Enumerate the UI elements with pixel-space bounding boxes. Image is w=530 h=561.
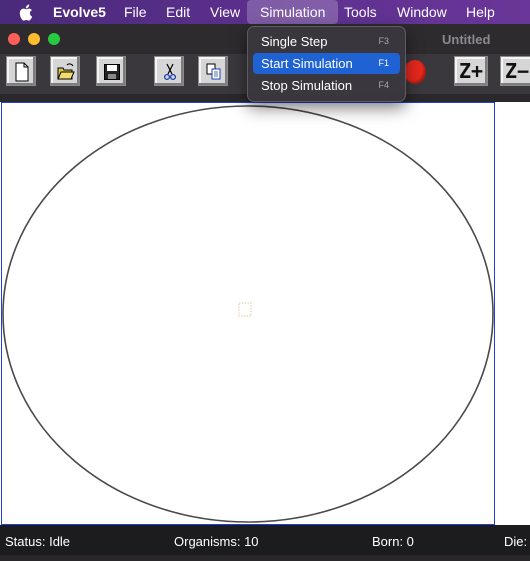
world-boundary: [2, 105, 494, 523]
canvas-area: [0, 102, 530, 525]
open-folder-icon: [57, 63, 75, 80]
menu-item-single-step[interactable]: Single Step F3: [253, 31, 400, 52]
menu-view[interactable]: View: [210, 4, 240, 20]
menu-file[interactable]: File: [124, 4, 147, 20]
menu-tools[interactable]: Tools: [344, 4, 377, 20]
save-button[interactable]: [96, 56, 126, 86]
zoom-out-button[interactable]: Z−: [500, 56, 530, 86]
scissors-icon: [163, 63, 177, 81]
organism-cluster: [238, 302, 252, 317]
new-document-icon: [15, 62, 29, 82]
menu-help[interactable]: Help: [466, 4, 495, 20]
app-name-menu[interactable]: Evolve5: [53, 4, 106, 20]
menu-bar: Evolve5 File Edit View Simulation Tools …: [0, 0, 530, 24]
menu-item-label: Stop Simulation: [261, 78, 353, 93]
floppy-disk-icon: [104, 64, 120, 80]
organisms-count: Organisms: 10: [174, 534, 259, 549]
simulation-canvas[interactable]: [1, 102, 495, 525]
died-count: Die:: [504, 534, 528, 549]
close-button[interactable]: [8, 33, 20, 45]
menu-item-start-simulation[interactable]: Start Simulation F1: [253, 53, 400, 74]
shortcut-label: F3: [378, 36, 389, 46]
cut-button[interactable]: [154, 56, 184, 86]
new-document-button[interactable]: [6, 56, 36, 86]
menu-item-label: Start Simulation: [261, 56, 353, 71]
status-label: Status: Idle: [5, 534, 71, 549]
menu-edit[interactable]: Edit: [166, 4, 190, 20]
born-count: Born: 0: [372, 534, 414, 549]
world-ellipse: [2, 105, 494, 523]
zoom-button[interactable]: [48, 33, 60, 45]
menu-window[interactable]: Window: [397, 4, 447, 20]
apple-icon[interactable]: [18, 4, 34, 22]
record-button[interactable]: [404, 60, 426, 84]
window-title: Untitled: [442, 32, 491, 47]
menu-item-stop-simulation[interactable]: Stop Simulation F4: [253, 75, 400, 96]
minimize-button[interactable]: [28, 33, 40, 45]
copy-button[interactable]: [198, 56, 228, 86]
simulation-dropdown-menu: Single Step F3 Start Simulation F1 Stop …: [247, 26, 406, 102]
copy-icon: [206, 63, 221, 80]
open-button[interactable]: [50, 56, 80, 86]
menu-item-label: Single Step: [261, 34, 328, 49]
shortcut-label: F4: [378, 80, 389, 90]
menu-simulation[interactable]: Simulation: [247, 0, 339, 24]
zoom-in-button[interactable]: Z+: [454, 56, 488, 86]
shortcut-label: F1: [378, 58, 389, 68]
status-bar: Status: Idle Organisms: 10 Born: 0 Die:: [0, 525, 530, 555]
window-bottom-edge: [0, 555, 530, 561]
